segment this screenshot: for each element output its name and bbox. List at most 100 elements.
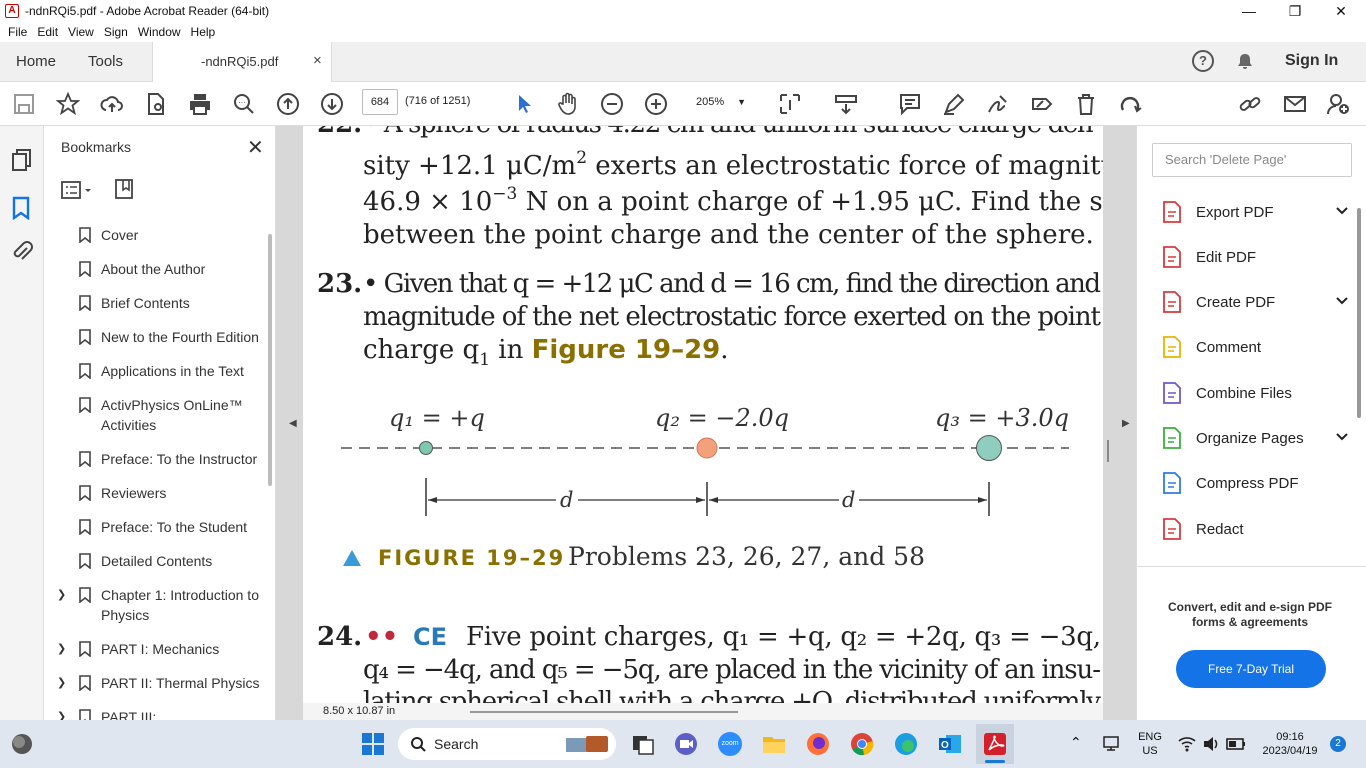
tool-compress-pdf[interactable]: Compress PDF	[1161, 469, 1337, 497]
print-icon[interactable]	[188, 92, 212, 116]
menu-file[interactable]: File	[8, 25, 27, 39]
file-explorer-icon[interactable]	[762, 732, 786, 756]
tool-export-pdf[interactable]: Export PDF	[1161, 198, 1348, 226]
bookmark-star-icon[interactable]	[55, 91, 81, 116]
menu-sign[interactable]: Sign	[104, 25, 128, 39]
tools-search-input[interactable]: Search 'Delete Page'	[1152, 143, 1352, 177]
free-trial-button[interactable]: Free 7-Day Trial	[1176, 650, 1326, 688]
file-search-icon[interactable]	[144, 92, 168, 116]
bookmarks-panel-icon[interactable]	[12, 196, 30, 220]
outlook-icon[interactable]: O	[938, 732, 962, 756]
menu-help[interactable]: Help	[191, 25, 216, 39]
hand-tool-icon[interactable]	[556, 92, 580, 116]
firefox-icon[interactable]	[806, 732, 830, 756]
battery-icon[interactable]	[1226, 737, 1246, 751]
meet-icon[interactable]	[674, 732, 698, 756]
menu-window[interactable]: Window	[138, 25, 181, 39]
previous-page-icon[interactable]	[276, 92, 300, 116]
tool-organize-pages[interactable]: Organize Pages	[1161, 424, 1348, 452]
share-link-icon[interactable]	[1238, 92, 1262, 116]
tab-home[interactable]: Home	[16, 53, 56, 70]
new-bookmark-icon[interactable]	[114, 178, 136, 200]
bookmark-item[interactable]: Applications in the Text	[44, 354, 268, 388]
save-icon[interactable]	[12, 92, 36, 116]
zoom-level-select[interactable]: 205% ▼	[682, 89, 754, 115]
volume-icon[interactable]	[1202, 736, 1220, 752]
tool-comment[interactable]: Comment	[1161, 333, 1337, 361]
bookmark-item[interactable]: New to the Fourth Edition	[44, 320, 268, 354]
language-indicator[interactable]: ENG US	[1134, 730, 1166, 758]
bookmark-item[interactable]: ActivPhysics OnLine™ Activities	[44, 388, 268, 442]
tab-document[interactable]: -ndnRQi5.pdf ×	[152, 42, 332, 83]
horizontal-scrollbar[interactable]	[470, 711, 738, 713]
zoom-find-icon[interactable]: ···	[232, 92, 256, 116]
task-view-icon[interactable]	[631, 732, 655, 756]
menu-view[interactable]: View	[68, 25, 94, 39]
tools-scrollbar[interactable]	[1357, 208, 1361, 418]
minimize-button[interactable]: —	[1226, 0, 1272, 22]
attachments-icon[interactable]	[11, 240, 33, 264]
tray-overflow-icon[interactable]: ⌃	[1070, 735, 1082, 749]
sign-in-button[interactable]: Sign In	[1285, 52, 1338, 70]
next-page-icon[interactable]	[320, 92, 344, 116]
sign-icon[interactable]	[986, 92, 1010, 116]
fit-page-icon[interactable]	[778, 92, 802, 116]
zoom-app-icon[interactable]: zoom	[718, 732, 742, 756]
chevron-down-icon[interactable]	[1335, 294, 1349, 308]
collapse-left-panel-icon[interactable]: ◀	[289, 418, 297, 429]
bookmark-options-icon[interactable]	[61, 180, 95, 200]
panel-splitter[interactable]	[1107, 440, 1109, 462]
page-thumbnails-icon[interactable]	[11, 148, 33, 172]
scroll-mode-icon[interactable]	[834, 92, 858, 116]
expand-chevron-icon[interactable]: ❯	[57, 585, 66, 605]
tab-tools[interactable]: Tools	[88, 53, 123, 70]
wifi-icon[interactable]	[1178, 736, 1196, 752]
highlight-pen-icon[interactable]	[942, 92, 966, 116]
tool-edit-pdf[interactable]: Edit PDF	[1161, 243, 1337, 271]
rotate-icon[interactable]	[1118, 92, 1142, 116]
restore-button[interactable]: ❐	[1272, 0, 1318, 22]
close-window-button[interactable]: ✕	[1318, 0, 1364, 22]
expand-chevron-icon[interactable]: ❯	[57, 639, 66, 659]
document-viewer[interactable]: 22. • A sphere of radius 4.22 cm and uni…	[276, 126, 1136, 720]
tool-redact[interactable]: Redact	[1161, 515, 1337, 543]
add-user-icon[interactable]	[1326, 92, 1350, 116]
expand-right-panel-icon[interactable]: ▶	[1122, 418, 1130, 429]
expand-chevron-icon[interactable]: ❯	[57, 673, 66, 693]
menu-edit[interactable]: Edit	[37, 25, 58, 39]
select-cursor-icon[interactable]	[512, 92, 536, 116]
help-icon[interactable]: ?	[1192, 50, 1214, 72]
bookmark-item[interactable]: Preface: To the Student	[44, 510, 268, 544]
bookmark-item[interactable]: Detailed Contents	[44, 544, 268, 578]
bookmark-item[interactable]: Reviewers	[44, 476, 268, 510]
bookmark-item[interactable]: ❯ Chapter 1: Introduction to Physics	[44, 578, 268, 632]
close-tab-icon[interactable]: ×	[313, 52, 322, 69]
panel-scrollbar[interactable]	[268, 234, 272, 486]
chrome-icon[interactable]	[850, 732, 874, 756]
bookmark-item[interactable]: Preface: To the Instructor	[44, 442, 268, 476]
email-icon[interactable]	[1283, 92, 1307, 116]
notification-bell-icon[interactable]	[1236, 52, 1254, 70]
bookmark-item[interactable]: Cover	[44, 218, 268, 252]
edge-icon[interactable]	[894, 732, 918, 756]
notification-count-badge[interactable]: 2	[1330, 736, 1346, 752]
upload-cloud-icon[interactable]	[100, 92, 124, 116]
acrobat-taskbar-button[interactable]	[976, 724, 1014, 764]
tool-combine-files[interactable]: Combine Files	[1161, 379, 1337, 407]
chevron-down-icon[interactable]	[1335, 430, 1349, 444]
tool-create-pdf[interactable]: Create PDF	[1161, 288, 1348, 316]
zoom-in-icon[interactable]	[644, 92, 668, 116]
weather-icon[interactable]	[10, 732, 34, 756]
taskbar-search[interactable]: Search	[398, 728, 616, 760]
delete-icon[interactable]	[1074, 92, 1098, 116]
start-menu-icon[interactable]	[361, 732, 385, 756]
comment-tool-icon[interactable]	[898, 92, 922, 116]
bookmark-item[interactable]: Brief Contents	[44, 286, 268, 320]
zoom-out-icon[interactable]	[600, 92, 624, 116]
bookmark-item[interactable]: ❯ PART II: Thermal Physics	[44, 666, 268, 700]
page-number-input[interactable]: 684	[362, 89, 398, 115]
pen-menu-icon[interactable]	[1102, 734, 1120, 752]
clock[interactable]: 09:16 2023/04/19	[1254, 730, 1326, 758]
close-panel-icon[interactable]: ✕	[247, 135, 264, 160]
bookmark-item[interactable]: ❯ PART I: Mechanics	[44, 632, 268, 666]
